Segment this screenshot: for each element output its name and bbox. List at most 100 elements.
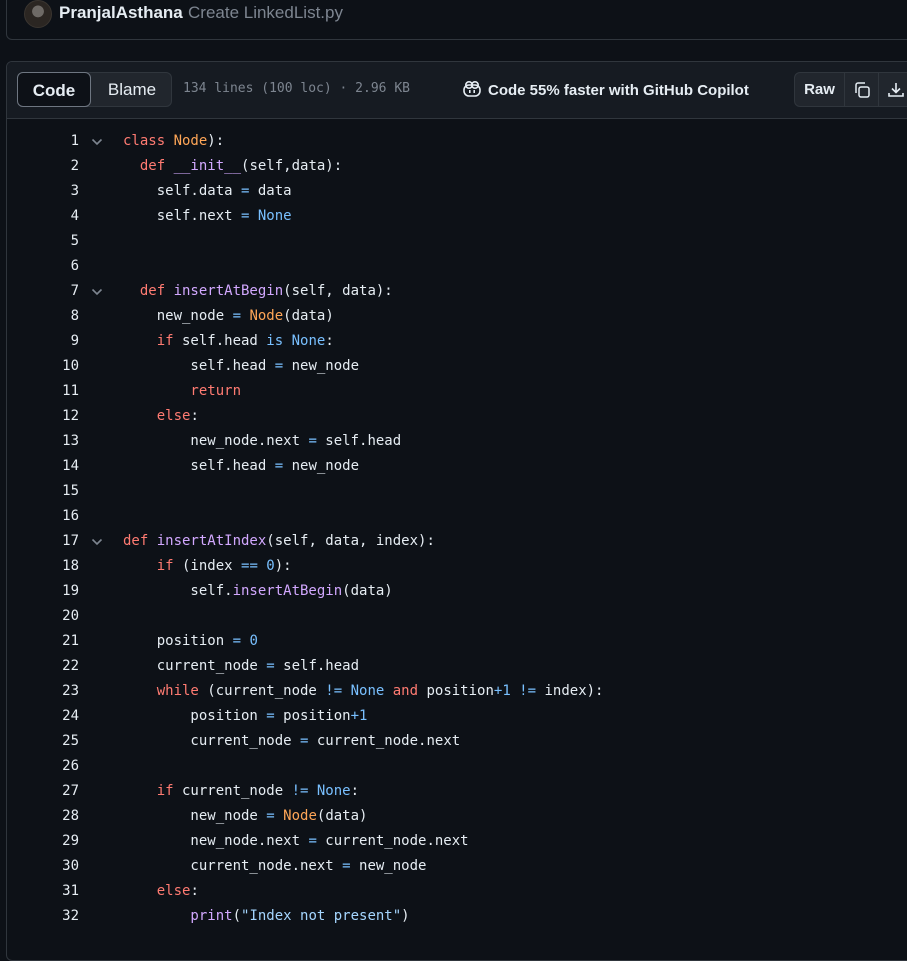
commit-message[interactable]: Create LinkedList.py xyxy=(188,3,343,23)
code-token: (current_node xyxy=(198,683,326,699)
code-token: ): xyxy=(274,558,292,574)
code-text: new_node = Node(data) xyxy=(123,804,367,829)
code-token: current_node xyxy=(173,783,292,799)
line-number[interactable]: 22 xyxy=(7,654,79,679)
code-token: self.head xyxy=(274,658,360,674)
chevron-down-icon[interactable] xyxy=(91,136,103,148)
copilot-promo[interactable]: Code 55% faster with GitHub Copilot xyxy=(462,80,749,99)
line-number[interactable]: 31 xyxy=(7,879,79,904)
code-token: = xyxy=(274,358,284,374)
code-line: 21 position = 0 xyxy=(7,629,907,654)
code-line: 19 self.insertAtBegin(data) xyxy=(7,579,907,604)
code-token: class xyxy=(123,133,174,149)
line-number[interactable]: 1 xyxy=(7,129,79,154)
code-token: (index xyxy=(173,558,242,574)
code-token: = xyxy=(266,808,275,824)
code-line: 23 while (current_node != None and posit… xyxy=(7,679,907,704)
line-number[interactable]: 6 xyxy=(7,254,79,279)
line-number[interactable]: 29 xyxy=(7,829,79,854)
code-token: new_node xyxy=(123,308,233,324)
line-number[interactable]: 15 xyxy=(7,479,79,504)
line-number[interactable]: 16 xyxy=(7,504,79,529)
code-token: position xyxy=(123,708,267,724)
line-number[interactable]: 28 xyxy=(7,804,79,829)
code-text: position = position+1 xyxy=(123,704,367,729)
line-number[interactable]: 23 xyxy=(7,679,79,704)
copilot-label: Code 55% faster with GitHub Copilot xyxy=(488,82,749,99)
line-number[interactable]: 12 xyxy=(7,404,79,429)
code-line: 5 xyxy=(7,229,907,254)
chevron-down-icon[interactable] xyxy=(91,286,103,298)
code-token: is None xyxy=(266,333,326,349)
line-number[interactable]: 4 xyxy=(7,204,79,229)
code-token: None xyxy=(249,208,292,224)
code-token: != xyxy=(325,683,343,699)
line-number[interactable]: 14 xyxy=(7,454,79,479)
code-text: new_node.next = self.head xyxy=(123,429,401,454)
code-token: (data) xyxy=(316,808,368,824)
code-token: ) xyxy=(401,908,410,924)
code-token: None xyxy=(342,683,385,699)
code-tab[interactable]: Code xyxy=(17,72,91,107)
code-token: self.head xyxy=(316,433,402,449)
code-token: new_node xyxy=(283,458,360,474)
raw-button[interactable]: Raw xyxy=(795,73,845,106)
code-line: 15 xyxy=(7,479,907,504)
line-number[interactable]: 21 xyxy=(7,629,79,654)
author-avatar[interactable] xyxy=(24,0,52,28)
code-token: : xyxy=(190,883,199,899)
line-number[interactable]: 26 xyxy=(7,754,79,779)
line-number[interactable]: 25 xyxy=(7,729,79,754)
line-number[interactable]: 19 xyxy=(7,579,79,604)
code-text: else: xyxy=(123,404,199,429)
code-token: None xyxy=(308,783,351,799)
code-line: 16 xyxy=(7,504,907,529)
file-viewer: Code Blame 134 lines (100 loc) · 2.96 KB… xyxy=(6,61,907,961)
code-line: 2 def __init__(self,data): xyxy=(7,154,907,179)
line-number[interactable]: 18 xyxy=(7,554,79,579)
line-number[interactable]: 5 xyxy=(7,229,79,254)
code-text: while (current_node != None and position… xyxy=(123,679,604,704)
line-number[interactable]: 20 xyxy=(7,604,79,629)
copy-icon xyxy=(854,82,870,98)
line-number[interactable]: 3 xyxy=(7,179,79,204)
line-number[interactable]: 17 xyxy=(7,529,79,554)
code-token: = xyxy=(274,458,284,474)
line-number[interactable]: 9 xyxy=(7,329,79,354)
copy-button[interactable] xyxy=(845,73,879,106)
code-token: = xyxy=(266,708,275,724)
code-token: "Index not present" xyxy=(241,908,402,924)
code-token: def xyxy=(139,283,174,299)
line-number[interactable]: 8 xyxy=(7,304,79,329)
line-number[interactable]: 24 xyxy=(7,704,79,729)
code-line: 1 class Node): xyxy=(7,129,907,154)
line-number[interactable]: 11 xyxy=(7,379,79,404)
line-number[interactable]: 7 xyxy=(7,279,79,304)
code-token: self.head xyxy=(123,358,275,374)
download-button[interactable] xyxy=(879,73,907,106)
code-text: new_node.next = current_node.next xyxy=(123,829,468,854)
code-token: data xyxy=(249,183,292,199)
code-line: 13 new_node.next = self.head xyxy=(7,429,907,454)
code-area[interactable]: 1 class Node): 2 def __init__(self,data): 3… xyxy=(7,129,907,929)
blame-tab[interactable]: Blame xyxy=(91,72,173,107)
line-number[interactable]: 13 xyxy=(7,429,79,454)
code-token: else xyxy=(123,883,191,899)
line-number[interactable]: 30 xyxy=(7,854,79,879)
code-token: != xyxy=(510,683,537,699)
chevron-down-icon[interactable] xyxy=(91,536,103,548)
code-token: def xyxy=(123,533,157,549)
code-token: +1 xyxy=(493,683,511,699)
code-token: current_node.next xyxy=(123,858,343,874)
commit-author[interactable]: PranjalAsthana xyxy=(59,3,183,23)
line-number[interactable]: 2 xyxy=(7,154,79,179)
code-token: 0 xyxy=(241,633,258,649)
code-line: 26 xyxy=(7,754,907,779)
line-number[interactable]: 10 xyxy=(7,354,79,379)
line-number[interactable]: 32 xyxy=(7,904,79,929)
code-line: 7 def insertAtBegin(self, data): xyxy=(7,279,907,304)
code-line: 14 self.head = new_node xyxy=(7,454,907,479)
code-line: 18 if (index == 0): xyxy=(7,554,907,579)
line-number[interactable]: 27 xyxy=(7,779,79,804)
